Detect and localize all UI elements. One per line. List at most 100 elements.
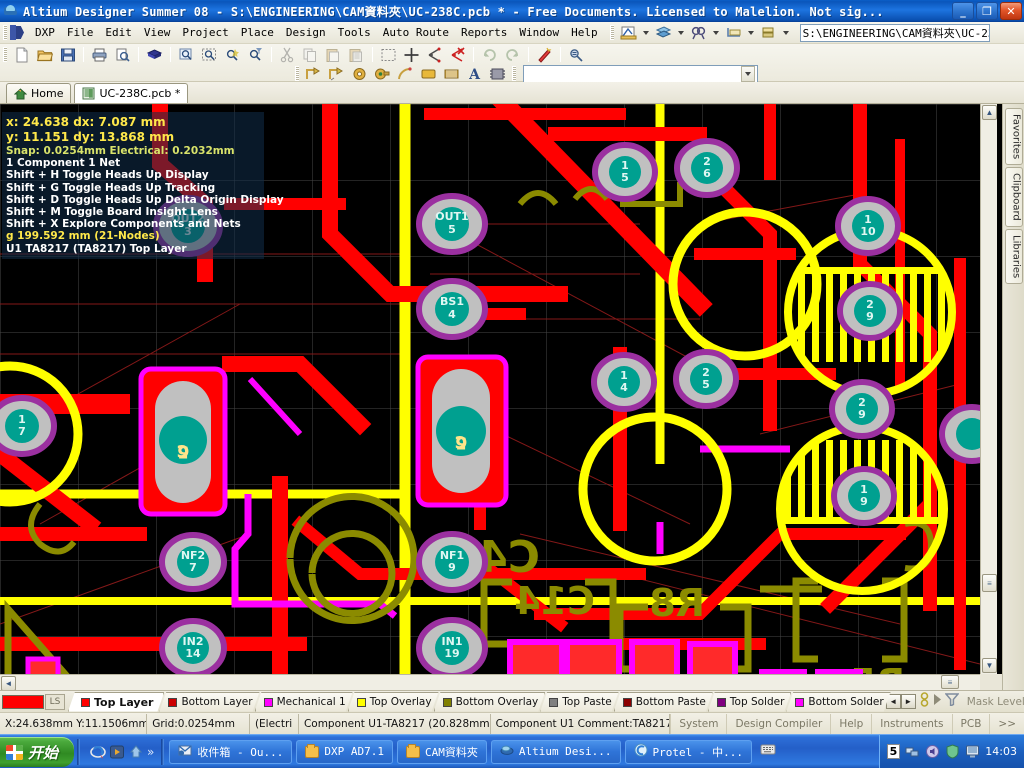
status-button-more[interactable]: >> xyxy=(989,713,1024,734)
redo-icon[interactable] xyxy=(502,45,523,64)
undo-icon[interactable] xyxy=(479,45,500,64)
draw-tools-chevron-down-icon[interactable] xyxy=(642,30,649,35)
ime-keyboard-icon[interactable] xyxy=(760,743,776,761)
board-3d-icon[interactable] xyxy=(144,45,165,64)
paste-array-icon[interactable] xyxy=(346,45,367,64)
menu-item-dxp[interactable]: DXP xyxy=(29,24,61,41)
panel-tab-clipboard[interactable]: Clipboard xyxy=(1004,167,1023,227)
taskbar-item-outlook[interactable]: 收件箱 - Ou... xyxy=(169,739,293,764)
toolbar-grip-4[interactable] xyxy=(512,66,516,81)
browse-icon[interactable] xyxy=(566,45,587,64)
open-folder-icon[interactable] xyxy=(34,45,55,64)
measure-chevron-down-icon[interactable] xyxy=(747,30,754,35)
ie-icon[interactable] xyxy=(90,744,106,760)
layer-tab-top-paste[interactable]: Top Paste xyxy=(540,692,618,712)
measure-icon[interactable] xyxy=(723,23,744,42)
menu-item-help[interactable]: Help xyxy=(565,24,604,41)
menu-item-tools[interactable]: Tools xyxy=(332,24,377,41)
place-polygon-icon[interactable] xyxy=(441,64,462,83)
path-combo[interactable]: S:\ENGINEERING\CAM資料夾\UC-238 xyxy=(799,23,990,42)
layer-chain-icon[interactable] xyxy=(919,691,930,712)
maximize-button[interactable]: ❐ xyxy=(976,2,998,20)
menu-item-place[interactable]: Place xyxy=(235,24,280,41)
place-via-icon[interactable] xyxy=(372,64,393,83)
layer-stack-icon[interactable] xyxy=(758,23,779,42)
taskbar-item-cam[interactable]: CAM資料夾 xyxy=(396,739,487,764)
vertical-scroll-thumb[interactable]: ≡ xyxy=(982,574,997,592)
layers-chevron-down-icon[interactable] xyxy=(677,30,684,35)
layer-tab-mechanical-1[interactable]: Mechanical 1 xyxy=(255,692,353,712)
menu-item-project[interactable]: Project xyxy=(176,24,234,41)
taskbar-clock[interactable]: 14:03 xyxy=(985,745,1017,758)
paste-icon[interactable] xyxy=(323,45,344,64)
place-string-icon[interactable]: A xyxy=(464,64,485,83)
ime-5-icon[interactable]: 5 xyxy=(886,744,901,759)
layer-tab-top-layer[interactable]: Top Layer xyxy=(68,692,164,712)
menubar-grip[interactable] xyxy=(3,25,7,40)
panel-tab-favorites[interactable]: Favorites xyxy=(1004,108,1023,166)
menu-item-edit[interactable]: Edit xyxy=(99,24,138,41)
print-preview-icon[interactable] xyxy=(112,45,133,64)
highlight-wand-icon[interactable] xyxy=(534,45,555,64)
status-button-system[interactable]: System xyxy=(670,713,726,734)
draw-tools-icon[interactable] xyxy=(618,23,639,42)
menu-item-auto-route[interactable]: Auto Route xyxy=(377,24,455,41)
minimize-button[interactable]: _ xyxy=(952,2,974,20)
taskbar-item-dxp[interactable]: DXP AD7.1 xyxy=(296,739,393,764)
toolbar-grip-1[interactable] xyxy=(609,25,614,40)
monitor-icon[interactable] xyxy=(965,744,980,759)
menu-item-reports[interactable]: Reports xyxy=(455,24,513,41)
find-similar-icon[interactable] xyxy=(688,23,709,42)
layer-tab-top-overlay[interactable]: Top Overlay xyxy=(348,692,439,712)
status-button-instruments[interactable]: Instruments xyxy=(871,713,951,734)
active-layer-color-swatch[interactable] xyxy=(2,694,44,709)
start-button[interactable]: 开始 xyxy=(0,737,75,767)
scroll-left-icon[interactable]: ◄ xyxy=(1,676,16,690)
zoom-filter-icon[interactable] xyxy=(245,45,266,64)
menu-item-design[interactable]: Design xyxy=(280,24,332,41)
new-document-icon[interactable] xyxy=(11,45,32,64)
scroll-down-icon[interactable]: ▼ xyxy=(982,658,997,673)
layer-tab-bottom-paste[interactable]: Bottom Paste xyxy=(614,692,713,712)
layer-scroll-right-icon[interactable]: ► xyxy=(900,694,916,709)
zoom-area-icon[interactable] xyxy=(176,45,197,64)
panel-tab-libraries[interactable]: Libraries xyxy=(1004,228,1023,285)
menu-item-view[interactable]: View xyxy=(138,24,177,41)
volume-icon[interactable] xyxy=(925,744,940,759)
layer-tab-top-solder[interactable]: Top Solder xyxy=(708,692,792,712)
zoom-window-icon[interactable] xyxy=(199,45,220,64)
doc-tab-home[interactable]: Home xyxy=(6,83,72,103)
layer-set-label[interactable]: LS xyxy=(45,693,65,710)
place-fill-icon[interactable] xyxy=(418,64,439,83)
place-arc-center-icon[interactable] xyxy=(395,64,416,83)
shield-icon[interactable] xyxy=(945,744,960,759)
horizontal-scroll-thumb[interactable]: ≡ xyxy=(941,675,959,689)
layer-stack-chevron-down-icon[interactable] xyxy=(782,30,789,35)
taskbar-item-protel[interactable]: Protel - 中... xyxy=(624,739,753,764)
place-component-icon[interactable] xyxy=(487,64,508,83)
select-area-icon[interactable] xyxy=(378,45,399,64)
layer-tab-bottom-overlay[interactable]: Bottom Overlay xyxy=(434,692,546,712)
toolbar-grip-3[interactable] xyxy=(295,66,299,81)
layers-icon[interactable] xyxy=(653,23,674,42)
print-icon[interactable] xyxy=(89,45,110,64)
network-icon[interactable] xyxy=(905,744,920,759)
place-arc-icon[interactable] xyxy=(326,64,347,83)
mask-level-label[interactable]: Mask Level xyxy=(962,696,1024,708)
second-combo[interactable] xyxy=(523,64,758,83)
second-combo-chevron-down-icon[interactable] xyxy=(741,65,755,82)
layer-filter-icon[interactable] xyxy=(944,692,960,711)
save-icon[interactable] xyxy=(57,45,78,64)
layer-play-icon[interactable] xyxy=(933,693,942,711)
status-button-design-compiler[interactable]: Design Compiler xyxy=(726,713,830,734)
doc-tab-pcb[interactable]: UC-238C.pcb * xyxy=(74,83,189,103)
place-line-icon[interactable] xyxy=(303,64,324,83)
move-icon[interactable] xyxy=(401,45,422,64)
clear-filter-icon[interactable] xyxy=(424,45,445,64)
zoom-selected-icon[interactable] xyxy=(222,45,243,64)
canvas-vertical-scrollbar[interactable]: ▲ ≡ ▼ xyxy=(980,104,997,674)
media-icon[interactable] xyxy=(109,744,125,760)
find-similar-chevron-down-icon[interactable] xyxy=(712,30,719,35)
menu-item-window[interactable]: Window xyxy=(513,24,565,41)
copy-icon[interactable] xyxy=(300,45,321,64)
